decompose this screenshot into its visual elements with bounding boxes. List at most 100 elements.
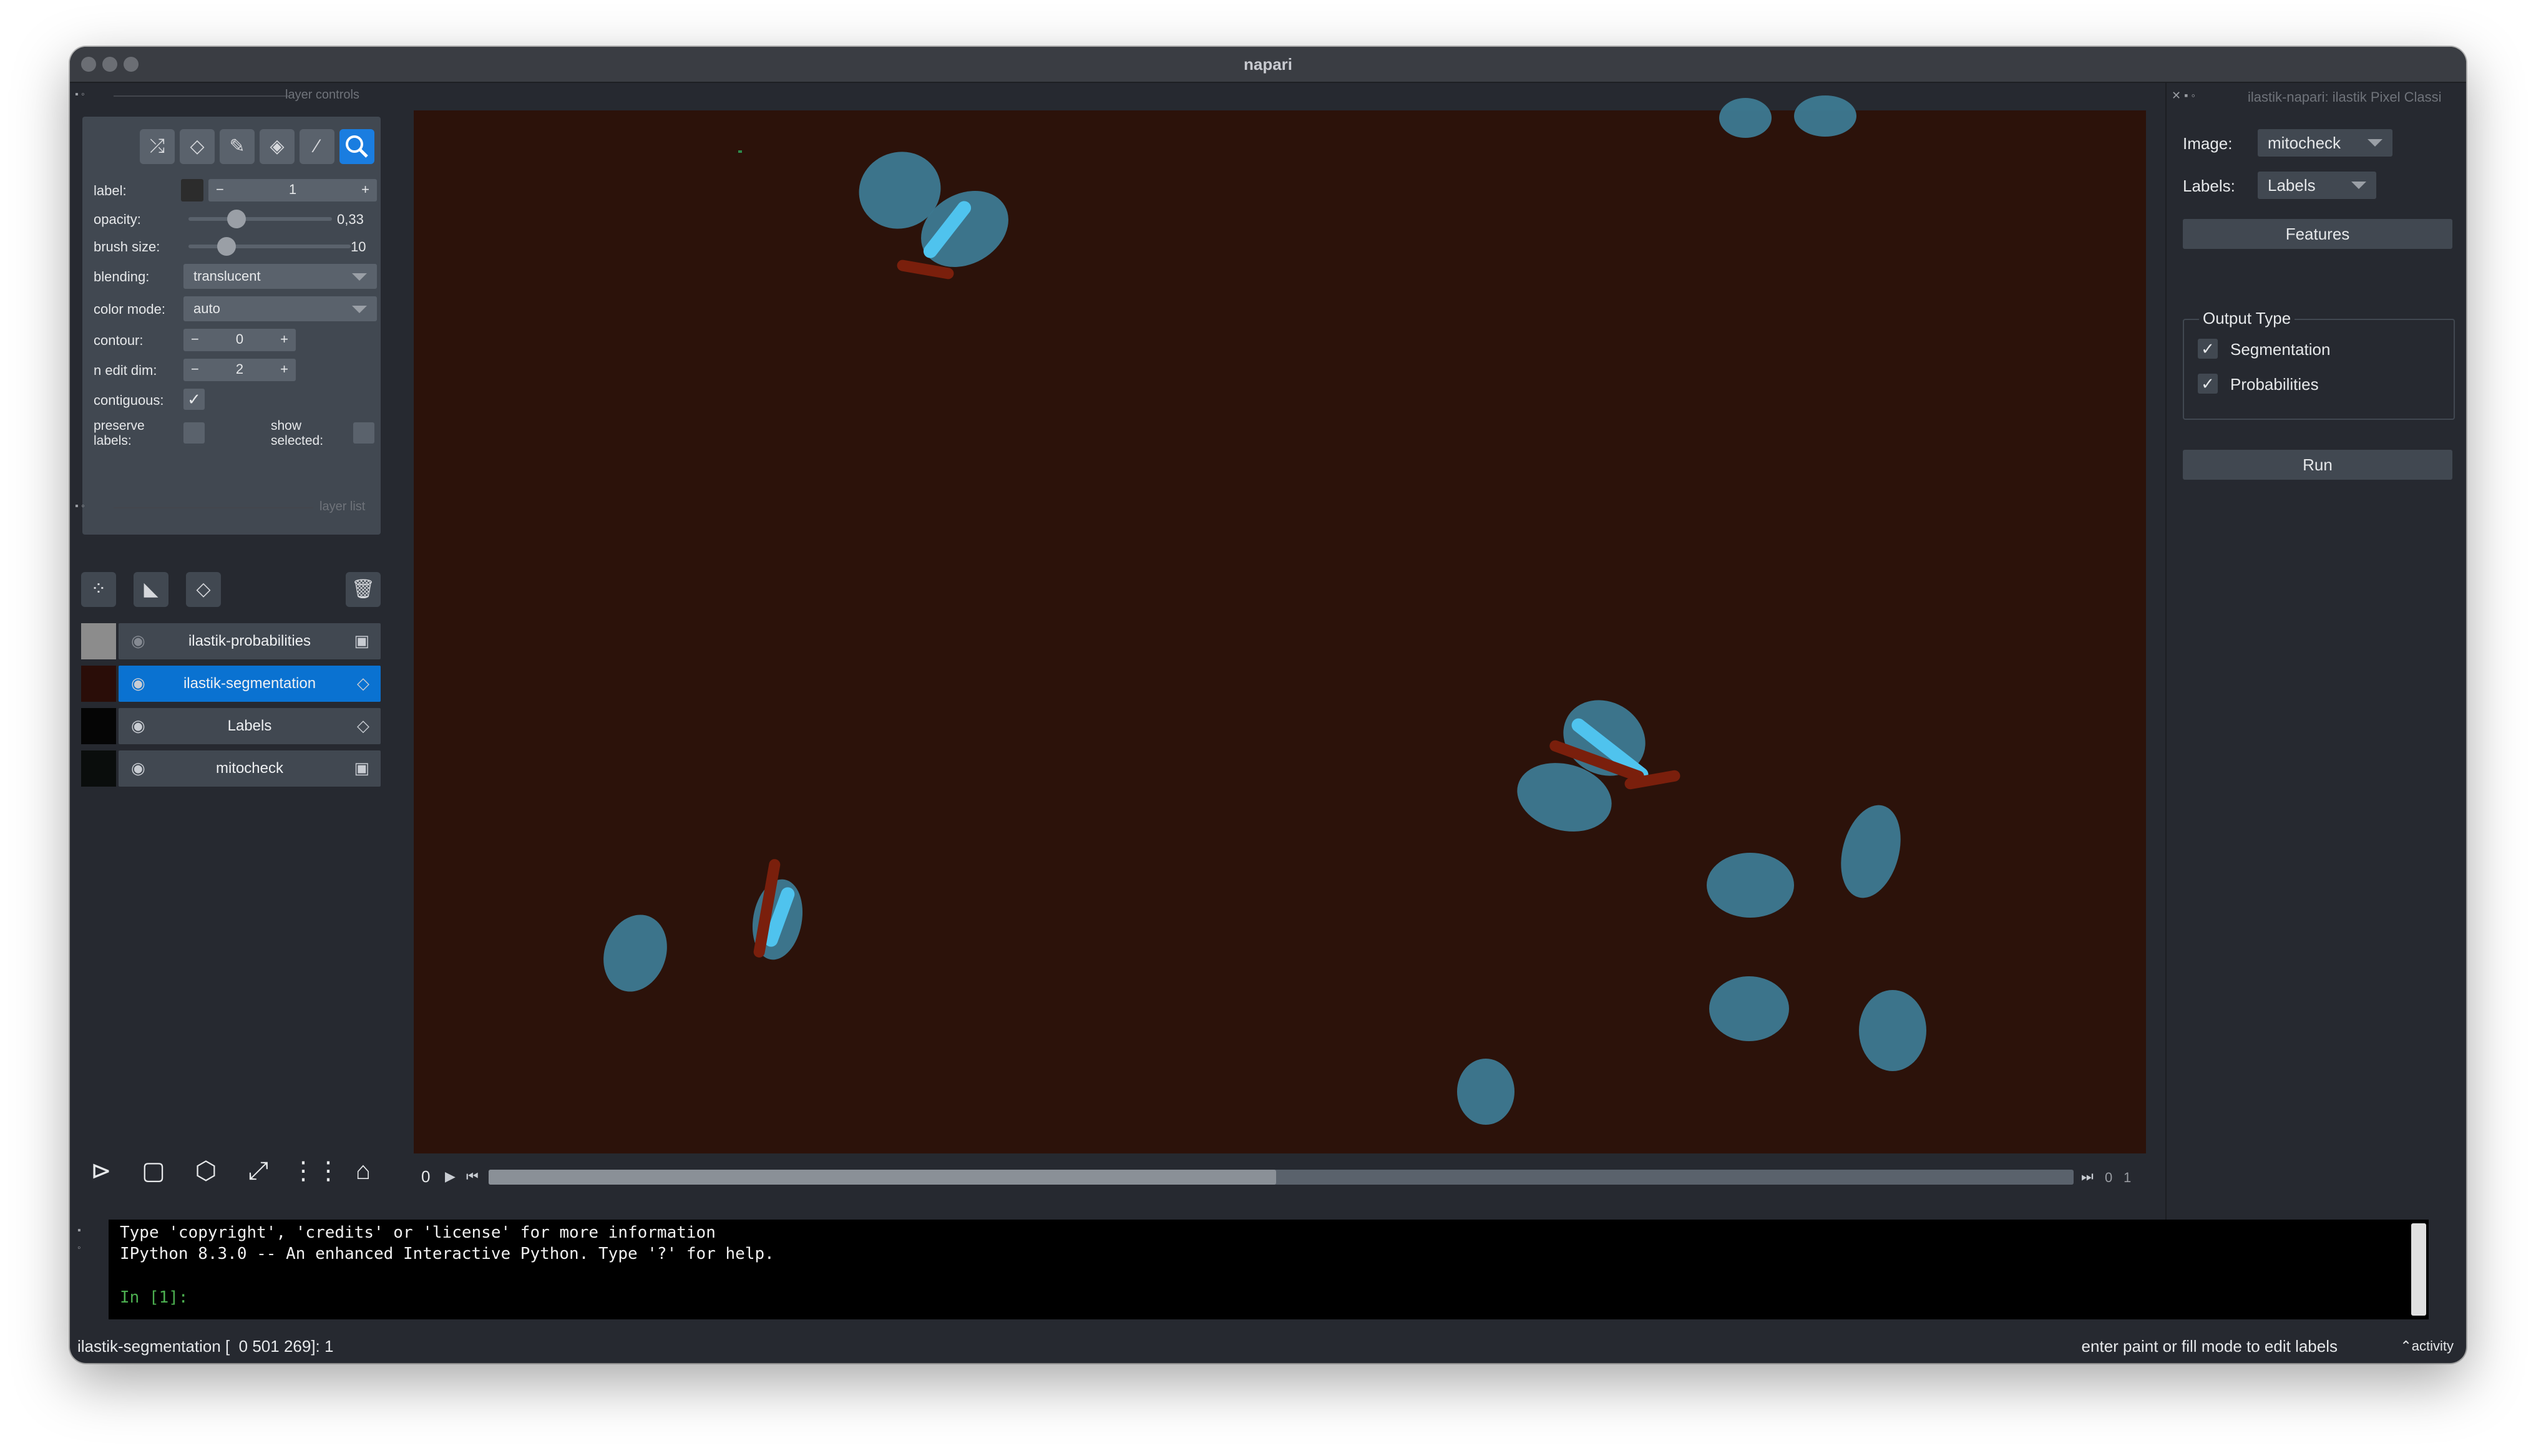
output-type-title: Output Type [2199, 309, 2295, 328]
color-mode-dropdown[interactable]: auto [183, 296, 377, 321]
ndisplay-toggle-button[interactable]: ▢ [134, 1151, 173, 1191]
trash-icon: 🗑 [351, 579, 376, 599]
play-icon[interactable]: ▶ [445, 1168, 456, 1185]
cell-nucleus [593, 906, 678, 1001]
brush-size-slider[interactable] [188, 245, 351, 248]
blending-dropdown[interactable]: translucent [183, 264, 377, 289]
new-labels-layer-button[interactable]: ◇ [186, 572, 221, 607]
delete-layer-button[interactable]: 🗑 [346, 572, 381, 607]
image-layer-icon: ▣ [354, 631, 369, 650]
points-icon: ⁘ [90, 579, 107, 599]
reset-view-button[interactable]: ⌂ [343, 1151, 383, 1191]
fill-bucket-icon: ◈ [270, 136, 285, 157]
color-mode-label: color mode: [94, 301, 165, 317]
new-shapes-layer-button[interactable]: ◣ [134, 572, 168, 607]
contour-label: contour: [94, 332, 144, 348]
dims-current-value: 0 [421, 1167, 431, 1186]
shuffle-colors-icon: ⤮ [150, 136, 165, 157]
opacity-slider-handle[interactable] [227, 210, 246, 228]
pick-button[interactable]: ⁄ [300, 129, 334, 164]
erase-button[interactable]: ◇ [180, 129, 215, 164]
chevron-down-icon [352, 273, 367, 281]
checkmark-icon: ✓ [2201, 339, 2215, 358]
image-dropdown[interactable]: mitocheck [2258, 129, 2392, 157]
chevron-up-icon: ⌃ [2400, 1338, 2412, 1354]
roll-dims-button[interactable]: ⬡ [186, 1151, 226, 1191]
n-edit-dim-value[interactable]: 2 [183, 361, 296, 377]
console-line: IPython 8.3.0 -- An enhanced Interactive… [120, 1245, 774, 1263]
layer-item-ilastik-segmentation[interactable]: ◉ ilastik-segmentation ◇ [81, 666, 381, 702]
show-selected-checkbox[interactable] [353, 422, 374, 444]
dims-slider-track[interactable] [489, 1170, 2074, 1185]
dock-float-icon[interactable]: ▪ ◦ [77, 1222, 81, 1257]
segmentation-checkbox[interactable]: ✓ [2198, 339, 2218, 359]
color-picker-icon: ⁄ [315, 136, 319, 157]
labels-dropdown[interactable]: Labels [2258, 172, 2376, 199]
n-edit-dim-increment[interactable]: + [280, 361, 288, 377]
paint-button[interactable]: ✎ [220, 129, 255, 164]
layer-item-ilastik-probabilities[interactable]: ◉ ilastik-probabilities ▣ [81, 623, 381, 659]
probabilities-label: Probabilities [2230, 375, 2319, 394]
viewer-canvas[interactable] [414, 95, 2146, 1153]
status-bar: ilastik-segmentation [ 0 501 269]: 1 ent… [70, 1332, 2466, 1363]
viewer-buttons: ⊳ ▢ ⬡ ⤢ ⋮⋮ ⌂ [81, 1151, 393, 1195]
label-value[interactable]: 1 [208, 182, 377, 198]
dims-frame-value: 0 [2105, 1170, 2113, 1185]
pan-zoom-button[interactable] [339, 129, 374, 164]
cell-nucleus [1794, 95, 1856, 137]
output-type-group: Output Type ✓ Segmentation ✓ Probabiliti… [2183, 309, 2455, 420]
dock-close-icon[interactable]: ✕ ▪ ◦ [2172, 89, 2195, 102]
layer-thumbnail [81, 623, 116, 659]
console-scrollbar[interactable] [2411, 1223, 2426, 1316]
layer-name: ilastik-probabilities [188, 633, 311, 649]
eye-icon[interactable]: ◉ [131, 759, 145, 778]
preserve-labels-label-line1: preserve [94, 419, 145, 433]
contour-increment[interactable]: + [280, 331, 288, 347]
square-icon: ▢ [142, 1157, 165, 1185]
labels-label: Labels: [2183, 177, 2235, 195]
eye-closed-icon[interactable]: ◉ [131, 631, 145, 651]
fill-button[interactable]: ◈ [260, 129, 295, 164]
brush-size-slider-handle[interactable] [217, 237, 236, 256]
new-points-layer-button[interactable]: ⁘ [81, 572, 116, 607]
layer-item-labels[interactable]: ◉ Labels ◇ [81, 708, 381, 744]
preserve-labels-checkbox[interactable] [183, 422, 205, 444]
console-dock: ▪ ◦ Type 'copyright', 'credits' or 'licen… [70, 1207, 2466, 1326]
dock-float-icon[interactable]: ▪ ◦ [75, 89, 85, 100]
step-forward-icon[interactable]: ⏭ [2081, 1168, 2094, 1185]
dock-float-icon[interactable]: ▪ ◦ [75, 501, 85, 512]
dims-slider: 0 ▶ ⏮ ⏭ 0 1 [414, 1165, 2146, 1190]
labels-layer-icon: ◇ [357, 716, 369, 735]
label-increment[interactable]: + [361, 182, 369, 198]
shapes-icon: ◣ [144, 579, 158, 599]
cube-icon: ⬡ [195, 1157, 217, 1185]
cell-nucleus [1457, 1059, 1514, 1125]
probabilities-checkbox[interactable]: ✓ [2198, 374, 2218, 394]
image-label: Image: [2183, 134, 2233, 153]
shuffle-colors-button[interactable]: ⤮ [140, 129, 175, 164]
labels-value: Labels [2268, 176, 2316, 195]
cell-nucleus [1831, 798, 1911, 905]
label-color-swatch[interactable] [181, 179, 203, 201]
label-spinbox[interactable]: − 1 + [208, 179, 377, 201]
activity-button[interactable]: ⌃activity [2400, 1338, 2454, 1354]
transpose-dims-button[interactable]: ⤢ [238, 1151, 278, 1191]
eye-icon[interactable]: ◉ [131, 674, 145, 693]
contour-spinbox[interactable]: − 0 + [183, 329, 296, 351]
layer-list-buttons: ⁘ ◣ ◇ 🗑 [81, 572, 381, 609]
ipython-console[interactable]: Type 'copyright', 'credits' or 'license'… [109, 1220, 2429, 1319]
eye-icon[interactable]: ◉ [131, 716, 145, 735]
opacity-slider[interactable] [188, 217, 332, 221]
grid-icon: ⋮⋮ [291, 1157, 341, 1185]
contour-value[interactable]: 0 [183, 331, 296, 347]
grid-view-button[interactable]: ⋮⋮ [291, 1151, 341, 1191]
layer-item-mitocheck[interactable]: ◉ mitocheck ▣ [81, 750, 381, 787]
console-toggle-button[interactable]: ⊳ [81, 1151, 121, 1191]
blending-value: translucent [193, 268, 261, 284]
contiguous-checkbox[interactable]: ✓ [183, 389, 205, 410]
layer-thumbnail [81, 750, 116, 787]
features-button[interactable]: Features [2183, 219, 2452, 249]
run-button[interactable]: Run [2183, 450, 2452, 480]
n-edit-dim-spinbox[interactable]: − 2 + [183, 359, 296, 381]
step-back-icon[interactable]: ⏮ [466, 1168, 479, 1185]
